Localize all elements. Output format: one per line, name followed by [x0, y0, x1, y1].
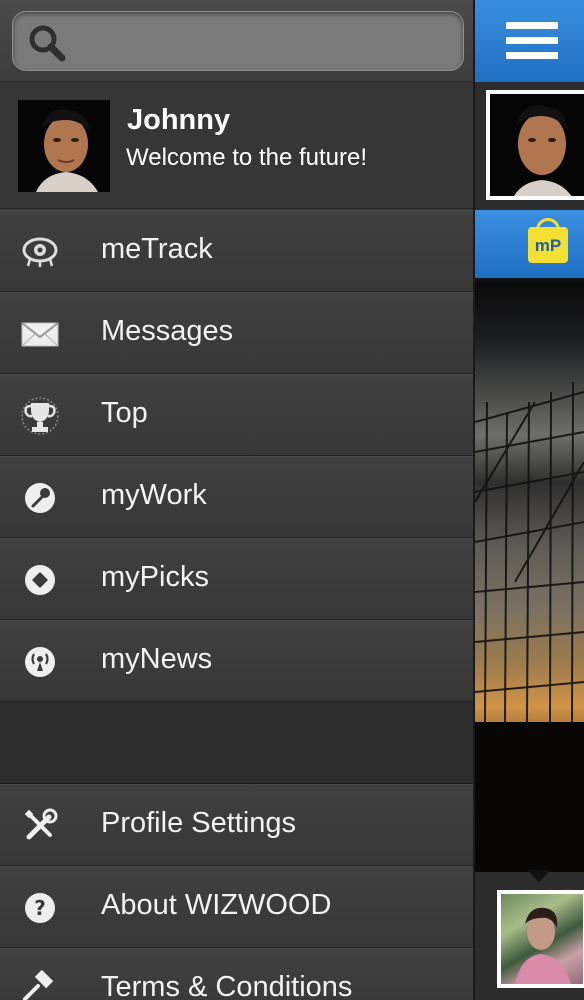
- envelope-icon: [20, 314, 60, 354]
- hamburger-line: [506, 37, 558, 44]
- eye-tracking-icon: [20, 232, 60, 272]
- menu-item-label: About WIZWOOD: [101, 889, 332, 921]
- search-bar: [0, 0, 473, 82]
- profile-thumb-container: [475, 82, 584, 210]
- shopping-bag-icon: mP: [528, 227, 568, 263]
- work-circle-icon: [20, 478, 60, 518]
- menu-divider: [0, 702, 473, 784]
- news-broadcast-icon: [20, 642, 60, 682]
- menu-item-profile-settings[interactable]: Profile Settings: [0, 784, 473, 866]
- trophy-icon: [20, 396, 60, 436]
- feed-thumbnail[interactable]: [497, 890, 584, 988]
- menu-item-label: Messages: [101, 315, 234, 347]
- profile-name: Johnny: [127, 104, 231, 136]
- avatar[interactable]: [486, 90, 584, 200]
- menu-item-label: Top: [101, 397, 148, 429]
- menu-toggle-button[interactable]: [475, 0, 584, 82]
- profile-tagline: Welcome to the future!: [126, 144, 368, 171]
- hamburger-line: [506, 52, 558, 59]
- avatar: [18, 100, 110, 192]
- menu-item-label: myPicks: [101, 561, 209, 593]
- profile-header[interactable]: Johnny Welcome to the future!: [0, 82, 473, 209]
- feed-thumb-container: [475, 872, 584, 1000]
- menu-item-label: Terms & Conditions: [101, 971, 353, 1000]
- side-drawer: Johnny Welcome to the future! meTrack Me…: [0, 0, 474, 1000]
- feed-photo[interactable]: [475, 282, 584, 872]
- picks-circle-icon: [20, 560, 60, 600]
- menu-item-mypicks[interactable]: myPicks: [0, 538, 473, 620]
- main-content-peek: mP: [475, 0, 584, 1000]
- menu-item-metrack[interactable]: meTrack: [0, 210, 473, 292]
- menu-item-mynews[interactable]: myNews: [0, 620, 473, 702]
- menu-item-label: Profile Settings: [101, 807, 297, 839]
- menu-item-terms[interactable]: Terms & Conditions: [0, 948, 473, 1000]
- menu-item-top[interactable]: Top: [0, 374, 473, 456]
- search-icon: [29, 25, 66, 62]
- menu-item-about[interactable]: ? About WIZWOOD: [0, 866, 473, 948]
- search-input[interactable]: [77, 22, 447, 62]
- hamburger-line: [506, 22, 558, 29]
- menu-item-label: myWork: [101, 479, 207, 511]
- menu-item-mywork[interactable]: myWork: [0, 456, 473, 538]
- wrench-screwdriver-icon: [20, 806, 60, 846]
- shop-bar[interactable]: mP: [475, 210, 584, 278]
- search-box[interactable]: [12, 11, 464, 71]
- menu-item-label: meTrack: [101, 233, 213, 265]
- gavel-icon: [20, 970, 60, 1000]
- svg-text:?: ?: [34, 896, 46, 920]
- pointer-notch: [527, 870, 551, 882]
- question-circle-icon: ?: [20, 888, 60, 928]
- menu-item-label: myNews: [101, 643, 213, 675]
- menu-item-messages[interactable]: Messages: [0, 292, 473, 374]
